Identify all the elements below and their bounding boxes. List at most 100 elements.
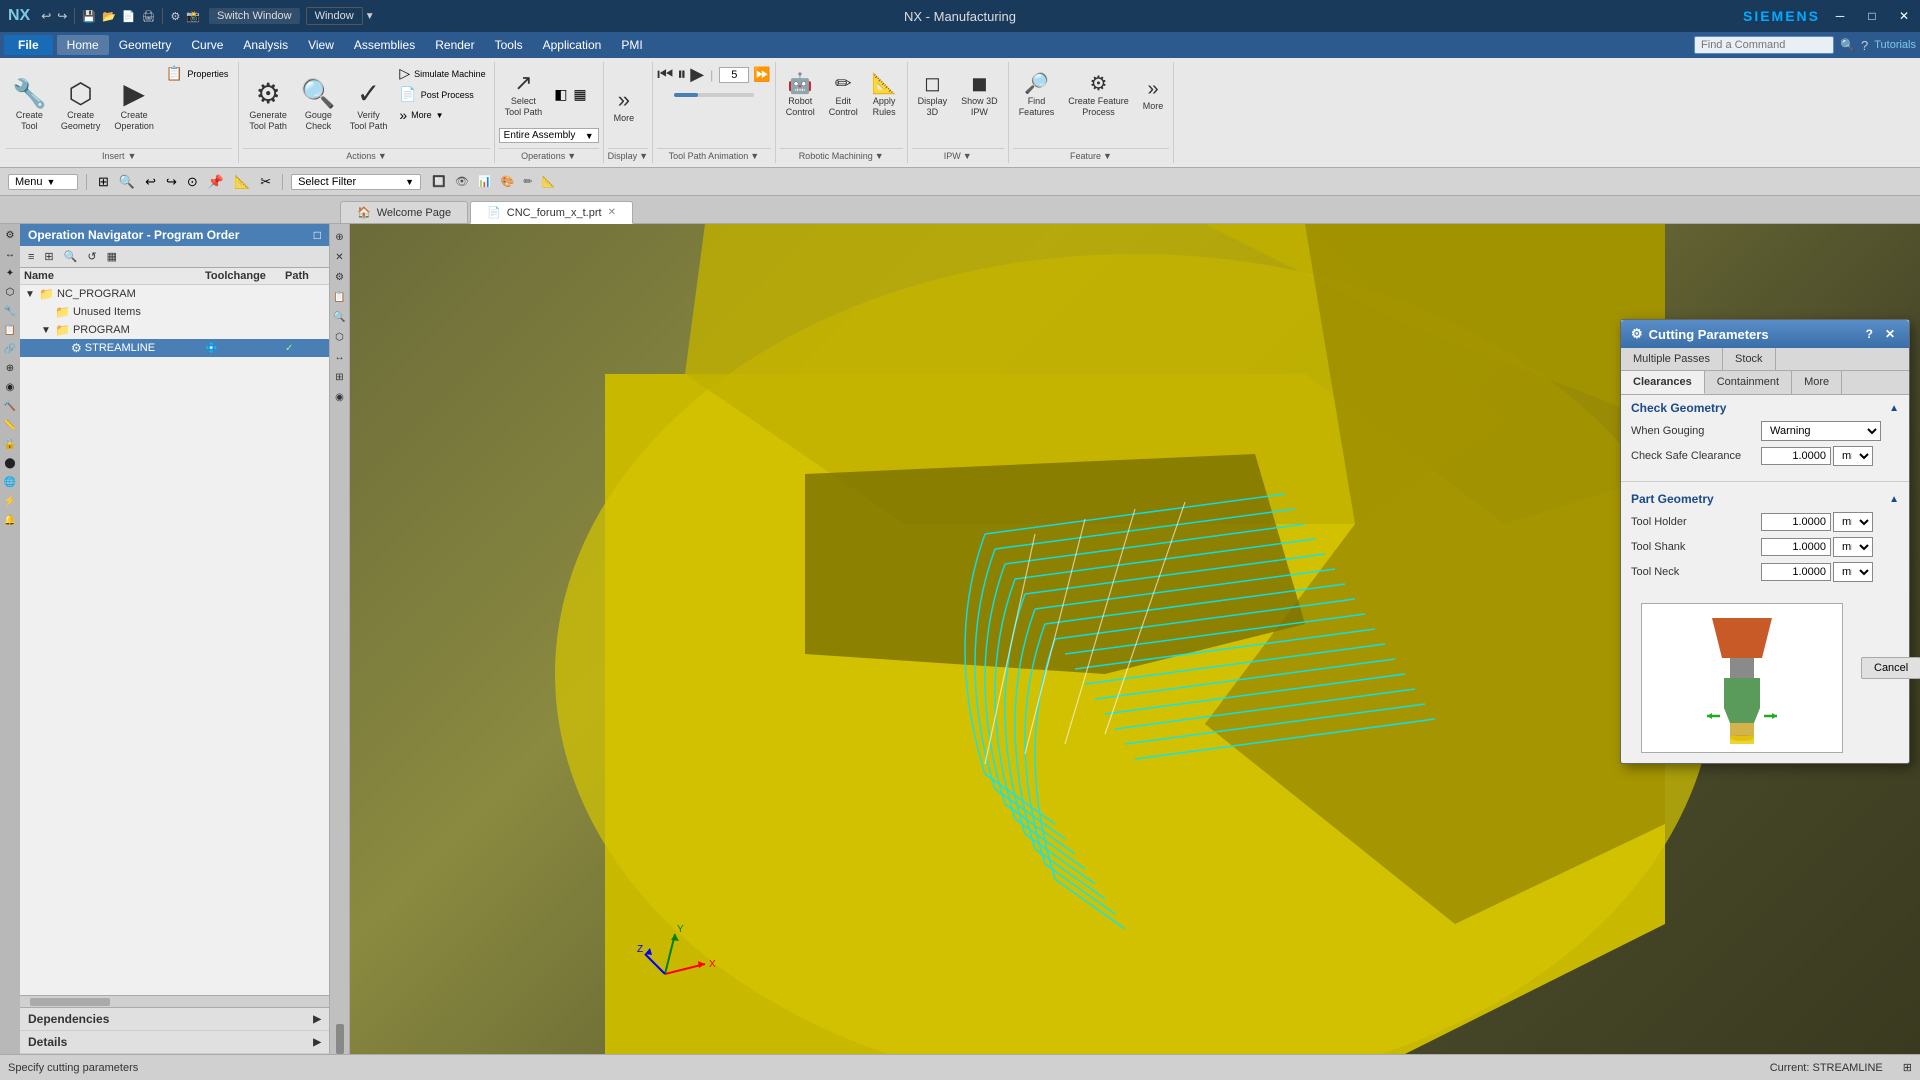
status-right[interactable]: ⊞ <box>1903 1061 1912 1074</box>
tab-clearances[interactable]: Clearances <box>1621 371 1705 394</box>
li-btn-6[interactable]: 📋 <box>1 321 19 339</box>
gouge-check-btn[interactable]: 🔍 GougeCheck <box>295 64 342 144</box>
select-toolpath-btn[interactable]: ↗ SelectTool Path <box>499 64 549 124</box>
li-btn-13[interactable]: ⬤ <box>1 454 19 472</box>
generate-toolpath-btn[interactable]: ⚙ GenerateTool Path <box>243 64 293 144</box>
undo-icon[interactable]: ↩ <box>38 7 54 25</box>
nav-tb-filter[interactable]: 🔍 <box>60 248 82 265</box>
check-safe-clearance-input[interactable] <box>1761 447 1831 465</box>
menu-assemblies[interactable]: Assemblies <box>344 35 425 55</box>
menu-pmi[interactable]: PMI <box>611 35 652 55</box>
nav-icon-7[interactable]: 📐 <box>231 172 253 192</box>
apply-rules-btn[interactable]: 📐 ApplyRules <box>866 64 903 124</box>
ipw-label[interactable]: IPW ▼ <box>912 148 1004 161</box>
tab-cnc-close[interactable]: ✕ <box>608 207 616 218</box>
more-actions-btn[interactable]: »More▼ <box>395 106 489 124</box>
entire-assembly-dropdown[interactable]: Entire Assembly ▼ <box>499 128 599 143</box>
menu-curve[interactable]: Curve <box>181 35 233 55</box>
post-process-btn[interactable]: 📄Post Process <box>395 85 489 104</box>
op-nav-scroll-thumb[interactable] <box>30 998 110 1006</box>
dialog-close-btn[interactable]: ✕ <box>1881 327 1899 341</box>
win-restore-btn[interactable]: □ <box>1856 0 1888 32</box>
tool-holder-input[interactable] <box>1761 513 1831 531</box>
win-min-btn[interactable]: ─ <box>1824 0 1856 32</box>
simulate-machine-btn[interactable]: ▷Simulate Machine <box>395 64 489 83</box>
op-nav-collapse-btn[interactable]: □ <box>314 228 321 242</box>
check-safe-clearance-unit[interactable]: mm in <box>1833 446 1873 466</box>
create-operation-btn[interactable]: ▶ CreateOperation <box>108 64 160 144</box>
file-menu[interactable]: File <box>4 35 53 55</box>
win-close-btn[interactable]: ✕ <box>1888 0 1920 32</box>
dependencies-header[interactable]: Dependencies ▶ <box>20 1008 329 1030</box>
li-btn-11[interactable]: 📏 <box>1 416 19 434</box>
tutorials-btn[interactable]: Tutorials <box>1874 39 1916 51</box>
menu-analysis[interactable]: Analysis <box>233 35 298 55</box>
menu-application[interactable]: Application <box>533 35 612 55</box>
li-btn-10[interactable]: 🔨 <box>1 397 19 415</box>
st-btn-2[interactable]: ✕ <box>331 248 349 266</box>
cancel-btn[interactable]: Cancel <box>1861 657 1920 679</box>
view-icon-6[interactable]: 📐 <box>539 174 559 190</box>
tab-stock[interactable]: Stock <box>1723 348 1776 370</box>
tool-holder-unit[interactable]: mm in <box>1833 512 1873 532</box>
window-btn[interactable]: Window <box>306 7 363 25</box>
st-btn-3[interactable]: ⚙ <box>331 268 349 286</box>
tab-welcome[interactable]: 🏠 Welcome Page <box>340 201 468 223</box>
toggle-program[interactable]: ▼ <box>40 325 52 336</box>
search-icon[interactable]: 🔍 <box>1840 38 1855 52</box>
st-btn-8[interactable]: ⊞ <box>331 368 349 386</box>
tab-more[interactable]: More <box>1792 371 1842 394</box>
edit-control-btn[interactable]: ✏ EditControl <box>823 64 864 124</box>
view-icon-5[interactable]: ✏ <box>520 174 535 190</box>
redo-icon[interactable]: ↪ <box>54 7 70 25</box>
tab-containment[interactable]: Containment <box>1705 371 1792 394</box>
window-dropdown-icon[interactable]: ▼ <box>363 9 377 24</box>
more-feature-btn[interactable]: » More <box>1137 64 1170 124</box>
operations-section-label[interactable]: Operations ▼ <box>499 148 599 161</box>
st-btn-9[interactable]: ◉ <box>331 388 349 406</box>
help-icon[interactable]: ? <box>1861 38 1868 53</box>
view-icon-3[interactable]: 📊 <box>475 174 495 190</box>
st-btn-6[interactable]: ⬡ <box>331 328 349 346</box>
op-nav-scrollbar[interactable] <box>20 995 329 1007</box>
nav-tb-columns[interactable]: ▦ <box>103 248 121 265</box>
display-icon-1[interactable]: ◧ <box>552 84 569 105</box>
switch-window-btn[interactable]: Switch Window <box>209 8 300 24</box>
print-icon[interactable]: 🖨 <box>138 8 158 25</box>
find-command-input[interactable] <box>1694 36 1834 54</box>
menu-home[interactable]: Home <box>57 35 109 55</box>
feature-label[interactable]: Feature ▼ <box>1013 148 1170 161</box>
new-icon[interactable]: 📄 <box>119 8 139 25</box>
tab-multiple-passes[interactable]: Multiple Passes <box>1621 348 1723 370</box>
viewport[interactable]: X Y Z ⚙ Cutting Parameters ? ✕ Multiple … <box>350 224 1920 1054</box>
show-3d-ipw-btn[interactable]: ◼ Show 3DIPW <box>955 64 1004 124</box>
verify-toolpath-btn[interactable]: ✓ VerifyTool Path <box>344 64 394 144</box>
st-btn-1[interactable]: ⊕ <box>331 228 349 246</box>
li-btn-4[interactable]: ⬡ <box>1 283 19 301</box>
tool-neck-input[interactable] <box>1761 563 1831 581</box>
open-icon[interactable]: 📂 <box>99 8 119 25</box>
st-resize-handle[interactable] <box>336 1024 344 1054</box>
robot-control-btn[interactable]: 🤖 RobotControl <box>780 64 821 124</box>
view-icon-4[interactable]: 🎨 <box>498 174 518 190</box>
display-3d-btn[interactable]: ◻ Display3D <box>912 64 954 124</box>
dialog-help-btn[interactable]: ? <box>1862 327 1877 341</box>
toggle-nc-program[interactable]: ▼ <box>24 289 36 300</box>
anim-slider-area[interactable] <box>674 93 754 97</box>
menu-render[interactable]: Render <box>425 35 484 55</box>
find-features-btn[interactable]: 🔎 FindFeatures <box>1013 64 1061 124</box>
nav-icon-6[interactable]: 📌 <box>205 172 227 192</box>
li-btn-15[interactable]: ⚡ <box>1 492 19 510</box>
st-btn-4[interactable]: 📋 <box>331 288 349 306</box>
nav-icon-5[interactable]: ⊙ <box>184 172 201 192</box>
menu-dropdown-btn[interactable]: Menu ▼ <box>8 174 78 190</box>
li-btn-1[interactable]: ⚙ <box>1 226 19 244</box>
li-btn-5[interactable]: 🔧 <box>1 302 19 320</box>
details-header[interactable]: Details ▶ <box>20 1031 329 1053</box>
menu-tools[interactable]: Tools <box>485 35 533 55</box>
create-feature-process-btn[interactable]: ⚙ Create FeatureProcess <box>1062 64 1135 124</box>
li-btn-3[interactable]: ✦ <box>1 264 19 282</box>
tree-unused-items[interactable]: 📁 Unused Items <box>20 303 329 321</box>
nav-tb-refresh[interactable]: ↺ <box>83 248 100 265</box>
nav-icon-8[interactable]: ✂ <box>257 172 274 192</box>
